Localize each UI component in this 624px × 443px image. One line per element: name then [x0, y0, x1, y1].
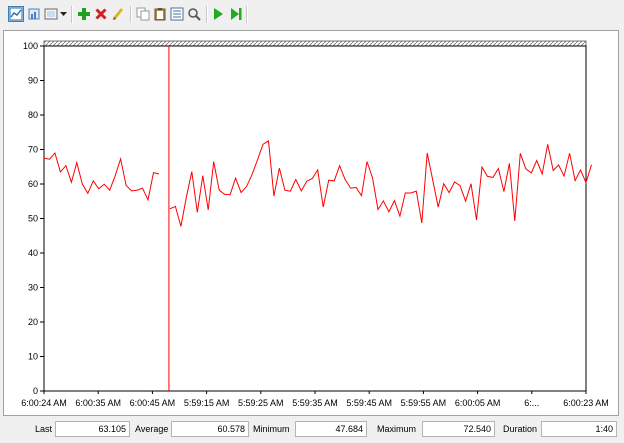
last-value: 63.105 — [55, 421, 130, 437]
y-tick-label: 40 — [28, 248, 38, 258]
y-tick-label: 50 — [28, 214, 38, 224]
maximum-value: 72.540 — [422, 421, 495, 437]
y-tick-label: 90 — [28, 76, 38, 86]
paste-clipboard-icon[interactable] — [152, 6, 168, 22]
minimum-label: Minimum — [253, 424, 290, 434]
top-hatch-band — [43, 40, 587, 47]
change-graph-type-icon[interactable] — [43, 6, 59, 22]
x-tick-label: 5:59:55 AM — [401, 398, 447, 408]
maximum-label: Maximum — [377, 424, 417, 434]
x-tick-label: 5:59:25 AM — [238, 398, 284, 408]
toolbar-separator — [206, 6, 208, 23]
x-tick-label: 6:00:24 AM — [21, 398, 67, 408]
properties-icon[interactable] — [169, 6, 185, 22]
average-label: Average — [135, 424, 169, 434]
y-tick-label: 60 — [28, 179, 38, 189]
histogram-view-icon[interactable] — [26, 6, 42, 22]
statistics-bar: Last 63.105 Average 60.578 Minimum 47.68… — [0, 418, 624, 443]
chart-panel[interactable]: 0 10 20 30 40 50 60 70 80 90 100 6:00:24 AM 6:00:35 … — [3, 30, 619, 416]
x-tick-label: 5:59:45 AM — [346, 398, 392, 408]
duration-value: 1:40 — [541, 421, 617, 437]
chevron-down-icon[interactable] — [59, 6, 67, 22]
copy-icon[interactable] — [135, 6, 151, 22]
y-tick-label: 20 — [28, 317, 38, 327]
toolbar-separator — [246, 6, 248, 23]
highlighter-pencil-icon[interactable] — [110, 6, 126, 22]
step-forward-icon[interactable] — [228, 6, 244, 22]
magnifier-icon[interactable] — [186, 6, 202, 22]
duration-label: Duration — [503, 424, 538, 434]
average-value: 60.578 — [171, 421, 249, 437]
toolbar — [0, 0, 624, 30]
plus-icon[interactable] — [76, 6, 92, 22]
y-tick-label: 70 — [28, 145, 38, 155]
graph-view-icon[interactable] — [8, 6, 24, 22]
x-tick-label: 6:... — [524, 398, 539, 408]
y-tick-label: 10 — [28, 352, 38, 362]
y-tick-label: 30 — [28, 283, 38, 293]
series-line — [43, 151, 160, 202]
x-tick-label: 5:59:15 AM — [184, 398, 230, 408]
toolbar-separator — [71, 6, 73, 23]
x-tick-label: 5:59:35 AM — [292, 398, 338, 408]
series-line — [169, 140, 592, 227]
x-tick-label: 6:00:45 AM — [130, 398, 176, 408]
last-label: Last — [35, 424, 53, 434]
toolbar-separator — [130, 6, 132, 23]
play-icon[interactable] — [210, 6, 226, 22]
x-tick-label: 6:00:23 AM — [563, 398, 609, 408]
plot-frame — [43, 45, 587, 392]
delete-x-icon[interactable] — [93, 6, 109, 22]
x-tick-label: 6:00:05 AM — [455, 398, 501, 408]
y-tick-label: 100 — [23, 41, 38, 51]
y-tick-label: 0 — [33, 386, 38, 396]
y-tick-label: 80 — [28, 110, 38, 120]
minimum-value: 47.684 — [295, 421, 367, 437]
x-tick-label: 6:00:35 AM — [75, 398, 121, 408]
line-chart: 0 10 20 30 40 50 60 70 80 90 100 6:00:24 AM 6:00:35 … — [21, 40, 609, 408]
